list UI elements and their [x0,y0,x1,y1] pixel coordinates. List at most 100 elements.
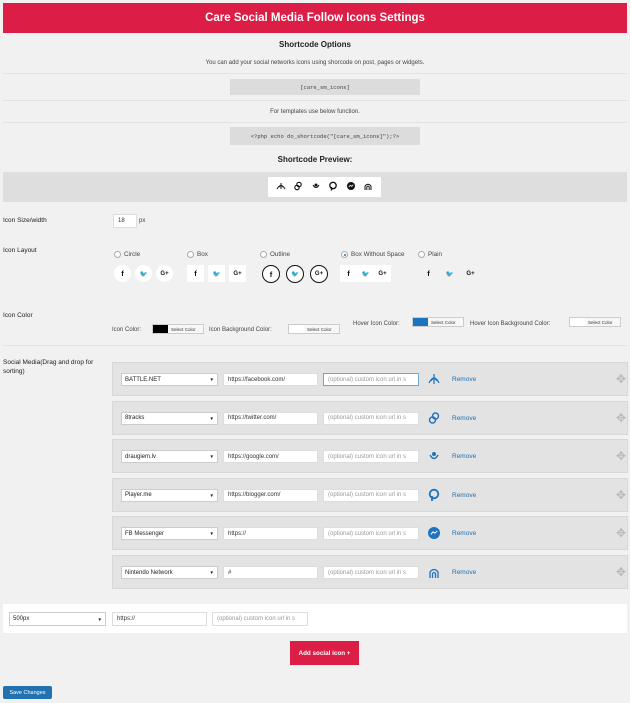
nintendo-icon[interactable] [363,181,373,193]
custom-icon-url-input[interactable]: (optional) custom icon url in s [323,373,419,386]
profile-url-input[interactable]: https:// [223,527,318,541]
drag-handle-icon[interactable]: ✥ [616,565,626,579]
remove-link[interactable]: Remove [452,492,476,499]
radio-button-selected[interactable] [341,251,348,258]
radio-button[interactable] [418,251,425,258]
radio-button[interactable] [114,251,121,258]
messenger-icon[interactable] [346,181,356,193]
hover-icon-bg-color-picker[interactable]: Select Color [569,317,621,327]
layout-radio-box[interactable]: Box [187,251,208,258]
remove-link[interactable]: Remove [452,530,476,537]
chevron-down-icon: ▼ [209,492,214,498]
profile-url-input[interactable]: https://facebook.com/ [223,373,318,386]
chevron-down-icon: ▼ [209,415,214,421]
network-select[interactable]: Player.me ▼ [121,488,218,502]
icon-size-input[interactable]: 18 [113,214,137,228]
icon-color-picker[interactable]: Select Color [152,324,204,334]
layout-radio-outline[interactable]: Outline [260,251,290,258]
icon-color-label: Icon Color [3,312,33,319]
social-media-label: Social Media(Drag and drop for sorting) [3,359,94,375]
drag-handle-icon[interactable]: ✥ [616,449,626,463]
playerme-icon[interactable] [328,181,338,193]
radio-button[interactable] [260,251,267,258]
shortcode-code[interactable]: [care_sm_icons] [230,79,420,95]
social-media-row[interactable]: FB Messenger ▼ https:// (optional) custom i… [112,516,628,551]
layout-radio-circle[interactable]: Circle [114,251,140,258]
network-select[interactable]: draugiem.lv ▼ [121,450,218,464]
network-select[interactable]: FB Messenger ▼ [121,527,218,541]
twitter-icon: 🐦 [357,265,374,282]
remove-link[interactable]: Remove [452,569,476,576]
icon-size-unit: px [139,218,146,224]
icon-bg-color-label: Icon Background Color: [209,327,272,333]
google-plus-icon: G+ [229,265,246,282]
select-value: 500px [13,616,30,622]
select-value: 8tracks [125,415,145,422]
battlenet-icon[interactable] [276,181,286,193]
layout-preview-box: f 🐦 G+ [187,265,246,282]
custom-icon-url-input[interactable]: (optional) custom icon url in s [323,411,419,425]
social-media-row[interactable]: Player.me ▼ https://blogger.com/ (optional)… [112,477,628,512]
custom-icon-url-input[interactable]: (optional) custom icon url in s [323,566,419,579]
custom-icon-url-input[interactable]: (optional) custom icon url in s [323,488,419,502]
layout-radio-plain[interactable]: Plain [418,251,442,258]
remove-link[interactable]: Remove [452,453,476,460]
divider [3,122,627,123]
social-media-row[interactable]: 8tracks ▼ https://twitter.com/ (optional) c… [112,400,628,435]
draugiem-icon [427,449,441,463]
facebook-icon: f [114,265,131,282]
chevron-down-icon: ▼ [209,570,214,575]
drag-handle-icon[interactable]: ✥ [616,488,626,502]
playerme-icon [427,488,441,502]
google-plus-icon: G+ [310,265,328,283]
twitter-icon: 🐦 [135,265,152,282]
network-select[interactable]: BATTLE.NET ▼ [121,373,218,386]
shortcode-description: You can add your social networks icons u… [205,60,425,66]
select-value: BATTLE.NET [125,376,161,383]
twitter-icon: 🐦 [286,265,304,283]
hover-icon-color-picker[interactable]: Select Color [412,317,464,327]
shortcode-options-title: Shortcode Options [279,40,351,49]
social-media-row[interactable]: Nintendo Network ▼ # (optional) custom icon… [112,555,628,589]
radio-button[interactable] [187,251,194,258]
icon-size-label: Icon Size/width [3,217,47,224]
layout-radio-box-without-space[interactable]: Box Without Space [341,251,405,258]
select-color-label: Select Color [171,326,196,332]
add-social-icon-button[interactable]: Add social icon + [290,641,359,665]
chevron-down-icon: ▼ [209,531,214,537]
google-plus-icon: G+ [374,265,391,282]
profile-url-input[interactable]: https://blogger.com/ [223,488,318,502]
messenger-icon [427,526,441,540]
layout-preview-box-without-space: f 🐦 G+ [340,265,391,282]
icon-bg-color-picker[interactable]: Select Color [288,324,340,334]
save-changes-button[interactable]: Save Changes [3,686,52,699]
network-select[interactable]: 8tracks ▼ [121,411,218,425]
network-select[interactable]: Nintendo Network ▼ [121,566,218,579]
radio-label: Box Without Space [351,251,405,258]
social-media-row[interactable]: draugiem.lv ▼ https://google.com/ (optional… [112,439,628,474]
drag-handle-icon[interactable]: ✥ [616,372,626,386]
new-custom-icon-input[interactable]: (optional) custom icon url in s [212,612,308,626]
8tracks-icon[interactable] [293,181,303,193]
facebook-icon: f [340,265,357,282]
divider [3,345,627,346]
profile-url-input[interactable]: https://google.com/ [223,450,318,464]
icon-size-select[interactable]: 500px ▼ [9,612,106,626]
custom-icon-url-input[interactable]: (optional) custom icon url in s [323,527,419,541]
twitter-icon: 🐦 [208,265,225,282]
new-url-input[interactable]: https:// [112,612,207,626]
settings-header: Care Social Media Follow Icons Settings [3,3,627,33]
remove-link[interactable]: Remove [452,376,476,383]
select-value: Player.me [125,492,152,499]
select-color-label: Select Color [307,326,332,332]
remove-link[interactable]: Remove [452,415,476,422]
php-function-code[interactable]: <?php echo do_shortcode("[care_sm_icons]… [230,127,420,145]
social-media-row[interactable]: BATTLE.NET ▼ https://facebook.com/ (optiona… [112,362,628,396]
drag-handle-icon[interactable]: ✥ [616,526,626,540]
draugiem-icon[interactable] [311,181,321,193]
drag-handle-icon[interactable]: ✥ [616,411,626,425]
profile-url-input[interactable]: # [223,566,318,579]
profile-url-input[interactable]: https://twitter.com/ [223,411,318,425]
custom-icon-url-input[interactable]: (optional) custom icon url in s [323,450,419,464]
radio-label: Box [197,251,208,258]
